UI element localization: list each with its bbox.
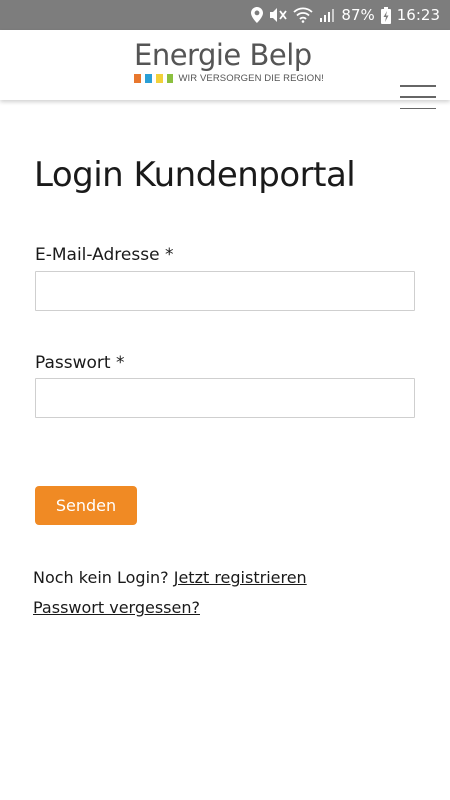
logo[interactable]: Energie Belp WIR VERSORGEN DIE REGION!: [134, 39, 324, 91]
email-label: E-Mail-Adresse *: [35, 245, 174, 265]
signal-icon: [319, 0, 335, 30]
password-label: Passwort *: [35, 353, 125, 373]
menu-line: [400, 85, 436, 87]
wifi-icon: [293, 0, 314, 30]
password-field[interactable]: [35, 378, 415, 418]
logo-square-green: [166, 74, 174, 83]
logo-square-orange: [134, 74, 141, 83]
logo-tagline-row: WIR VERSORGEN DIE REGION!: [134, 73, 324, 84]
register-link[interactable]: Jetzt registrieren: [174, 568, 307, 587]
menu-line: [400, 96, 436, 98]
location-icon: [251, 0, 264, 30]
hamburger-menu-icon[interactable]: [400, 85, 436, 109]
mute-icon: [269, 0, 288, 30]
battery-percent: 87%: [341, 6, 375, 24]
battery-charging-icon: [380, 0, 391, 30]
submit-button[interactable]: Senden: [35, 486, 137, 525]
logo-square-blue: [144, 74, 152, 83]
site-header: Energie Belp WIR VERSORGEN DIE REGION!: [0, 30, 450, 109]
forgot-password-link[interactable]: Passwort vergessen?: [33, 598, 200, 617]
logo-title: Energie Belp: [134, 38, 312, 72]
menu-line: [400, 107, 436, 109]
page-title: Login Kundenportal: [34, 155, 356, 195]
email-field[interactable]: [35, 271, 415, 311]
logo-square-yellow: [155, 74, 163, 83]
clock: 16:23: [396, 6, 440, 24]
logo-tagline: WIR VERSORGEN DIE REGION!: [178, 73, 324, 84]
no-login-text: Noch kein Login?: [33, 568, 174, 587]
status-bar: 87% 16:23: [0, 0, 450, 30]
register-line: Noch kein Login? Jetzt registrieren: [33, 568, 307, 587]
